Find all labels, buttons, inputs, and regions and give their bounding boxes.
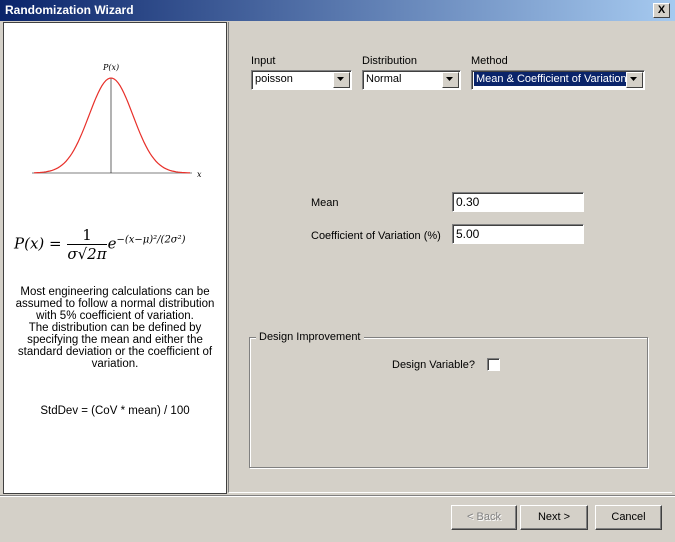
mean-label: Mean bbox=[311, 197, 339, 209]
design-variable-label: Design Variable? bbox=[392, 359, 475, 371]
close-button[interactable]: X bbox=[653, 3, 670, 18]
title-bar: Randomization Wizard X bbox=[0, 0, 675, 21]
stddev-formula: StdDev = (CoV * mean) / 100 bbox=[40, 405, 190, 417]
cancel-button[interactable]: Cancel bbox=[595, 505, 662, 530]
pdf-formula: P(x) = 1 σ√2π e−(x−μ)²/(2σ²) bbox=[14, 226, 186, 263]
method-select[interactable]: Mean & Coefficient of Variation bbox=[471, 70, 645, 90]
plot-ylabel: P(x) bbox=[102, 63, 119, 72]
design-variable-checkbox[interactable] bbox=[487, 358, 500, 371]
distribution-select-value: Normal bbox=[366, 73, 402, 85]
formula-exponent: −(x−μ)²/(2σ²) bbox=[116, 234, 186, 246]
distribution-select[interactable]: Normal bbox=[362, 70, 461, 90]
back-button[interactable]: < Back bbox=[451, 505, 517, 530]
formula-numerator: 1 bbox=[67, 226, 107, 245]
footer-separator bbox=[0, 495, 675, 497]
input-select-value: poisson bbox=[255, 73, 293, 85]
mean-field[interactable] bbox=[452, 192, 584, 212]
bell-curve bbox=[33, 77, 190, 174]
method-select-value: Mean & Coefficient of Variation bbox=[474, 72, 629, 86]
description: Most engineering calculations can be ass… bbox=[12, 286, 218, 370]
design-improvement-title: Design Improvement bbox=[256, 331, 364, 343]
chevron-down-icon[interactable] bbox=[626, 72, 643, 88]
cov-field[interactable] bbox=[452, 224, 584, 244]
chevron-down-icon[interactable] bbox=[333, 72, 350, 88]
info-panel: P(x) x P(x) = 1 σ√2π e−(x−μ)²/(2σ²) Most… bbox=[3, 22, 227, 494]
close-icon: X bbox=[657, 4, 666, 16]
formula-denominator: σ√2π bbox=[67, 245, 107, 263]
cov-label: Coefficient of Variation (%) bbox=[311, 230, 441, 242]
distribution-label: Distribution bbox=[362, 55, 418, 67]
description-para-2: The distribution can be defined by speci… bbox=[17, 322, 213, 370]
description-para-1: Most engineering calculations can be ass… bbox=[15, 286, 215, 322]
mean-input[interactable] bbox=[455, 194, 577, 210]
normal-distribution-plot: P(x) x bbox=[32, 63, 202, 179]
plot-xlabel: x bbox=[197, 170, 202, 179]
window-title: Randomization Wizard bbox=[5, 3, 134, 17]
design-improvement-group bbox=[249, 337, 648, 468]
method-label: Method bbox=[471, 55, 508, 67]
next-button[interactable]: Next > bbox=[520, 505, 588, 530]
chevron-down-icon[interactable] bbox=[442, 72, 459, 88]
input-label: Input bbox=[251, 55, 276, 67]
input-select[interactable]: poisson bbox=[251, 70, 352, 90]
formula-lhs: P(x) = bbox=[14, 234, 62, 253]
cov-input[interactable] bbox=[455, 226, 577, 242]
